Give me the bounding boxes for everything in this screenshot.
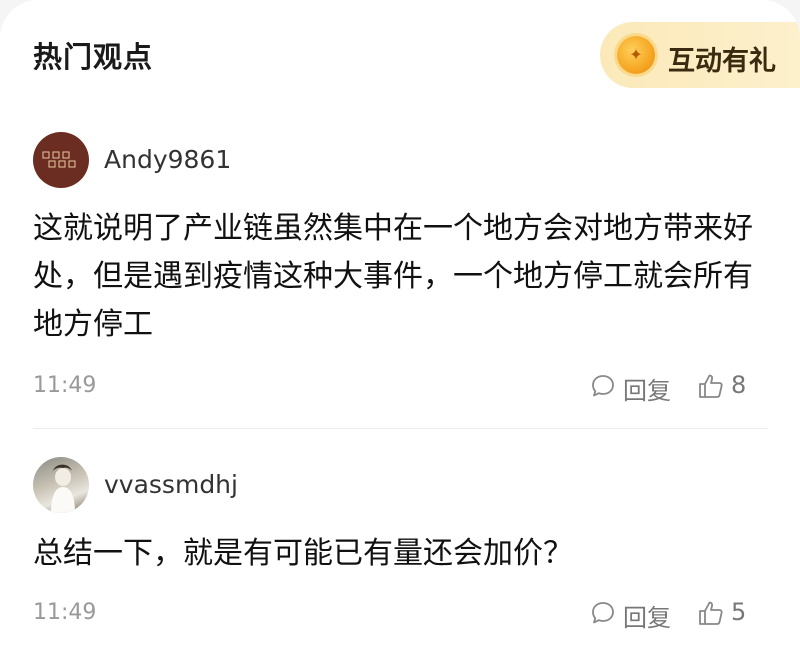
panel-header: 热门观点 互动有礼 [0,0,800,110]
thumbs-up-icon [699,374,723,398]
reply-label: 回复 [623,377,671,405]
avatar[interactable] [33,132,89,188]
username[interactable]: vvassmdhj [104,470,238,499]
comments-panel: 热门观点 互动有礼 Andy9861 这就说明了产业链虽然集中在一个地方会对地方… [0,0,800,660]
reward-button-label: 互动有礼 [668,46,776,77]
coin-icon [617,36,655,74]
username[interactable]: Andy9861 [104,145,231,174]
thumbs-up-icon [699,601,723,625]
comment-text: 总结一下，就是有可能已有量还会加价？ [33,536,573,571]
comment-time: 11:49 [33,600,97,625]
reply-label: 回复 [623,604,671,632]
section-title: 热门观点 [33,40,154,74]
avatar-photo-icon [51,464,75,513]
like-count: 5 [731,598,747,626]
interactive-reward-button[interactable]: 互动有礼 [600,22,800,88]
comment-bubble-icon [592,375,614,397]
comment-bubble-icon [592,602,614,624]
avatar[interactable] [33,457,89,513]
like-count: 8 [731,371,747,399]
comment-divider [33,428,768,429]
avatar-logo-icon [42,151,76,168]
comment-text: 这就说明了产业链虽然集中在一个地方会对地方带来好处，但是遇到疫情这种大事件，一个… [33,211,753,342]
comment-time: 11:49 [33,373,97,398]
